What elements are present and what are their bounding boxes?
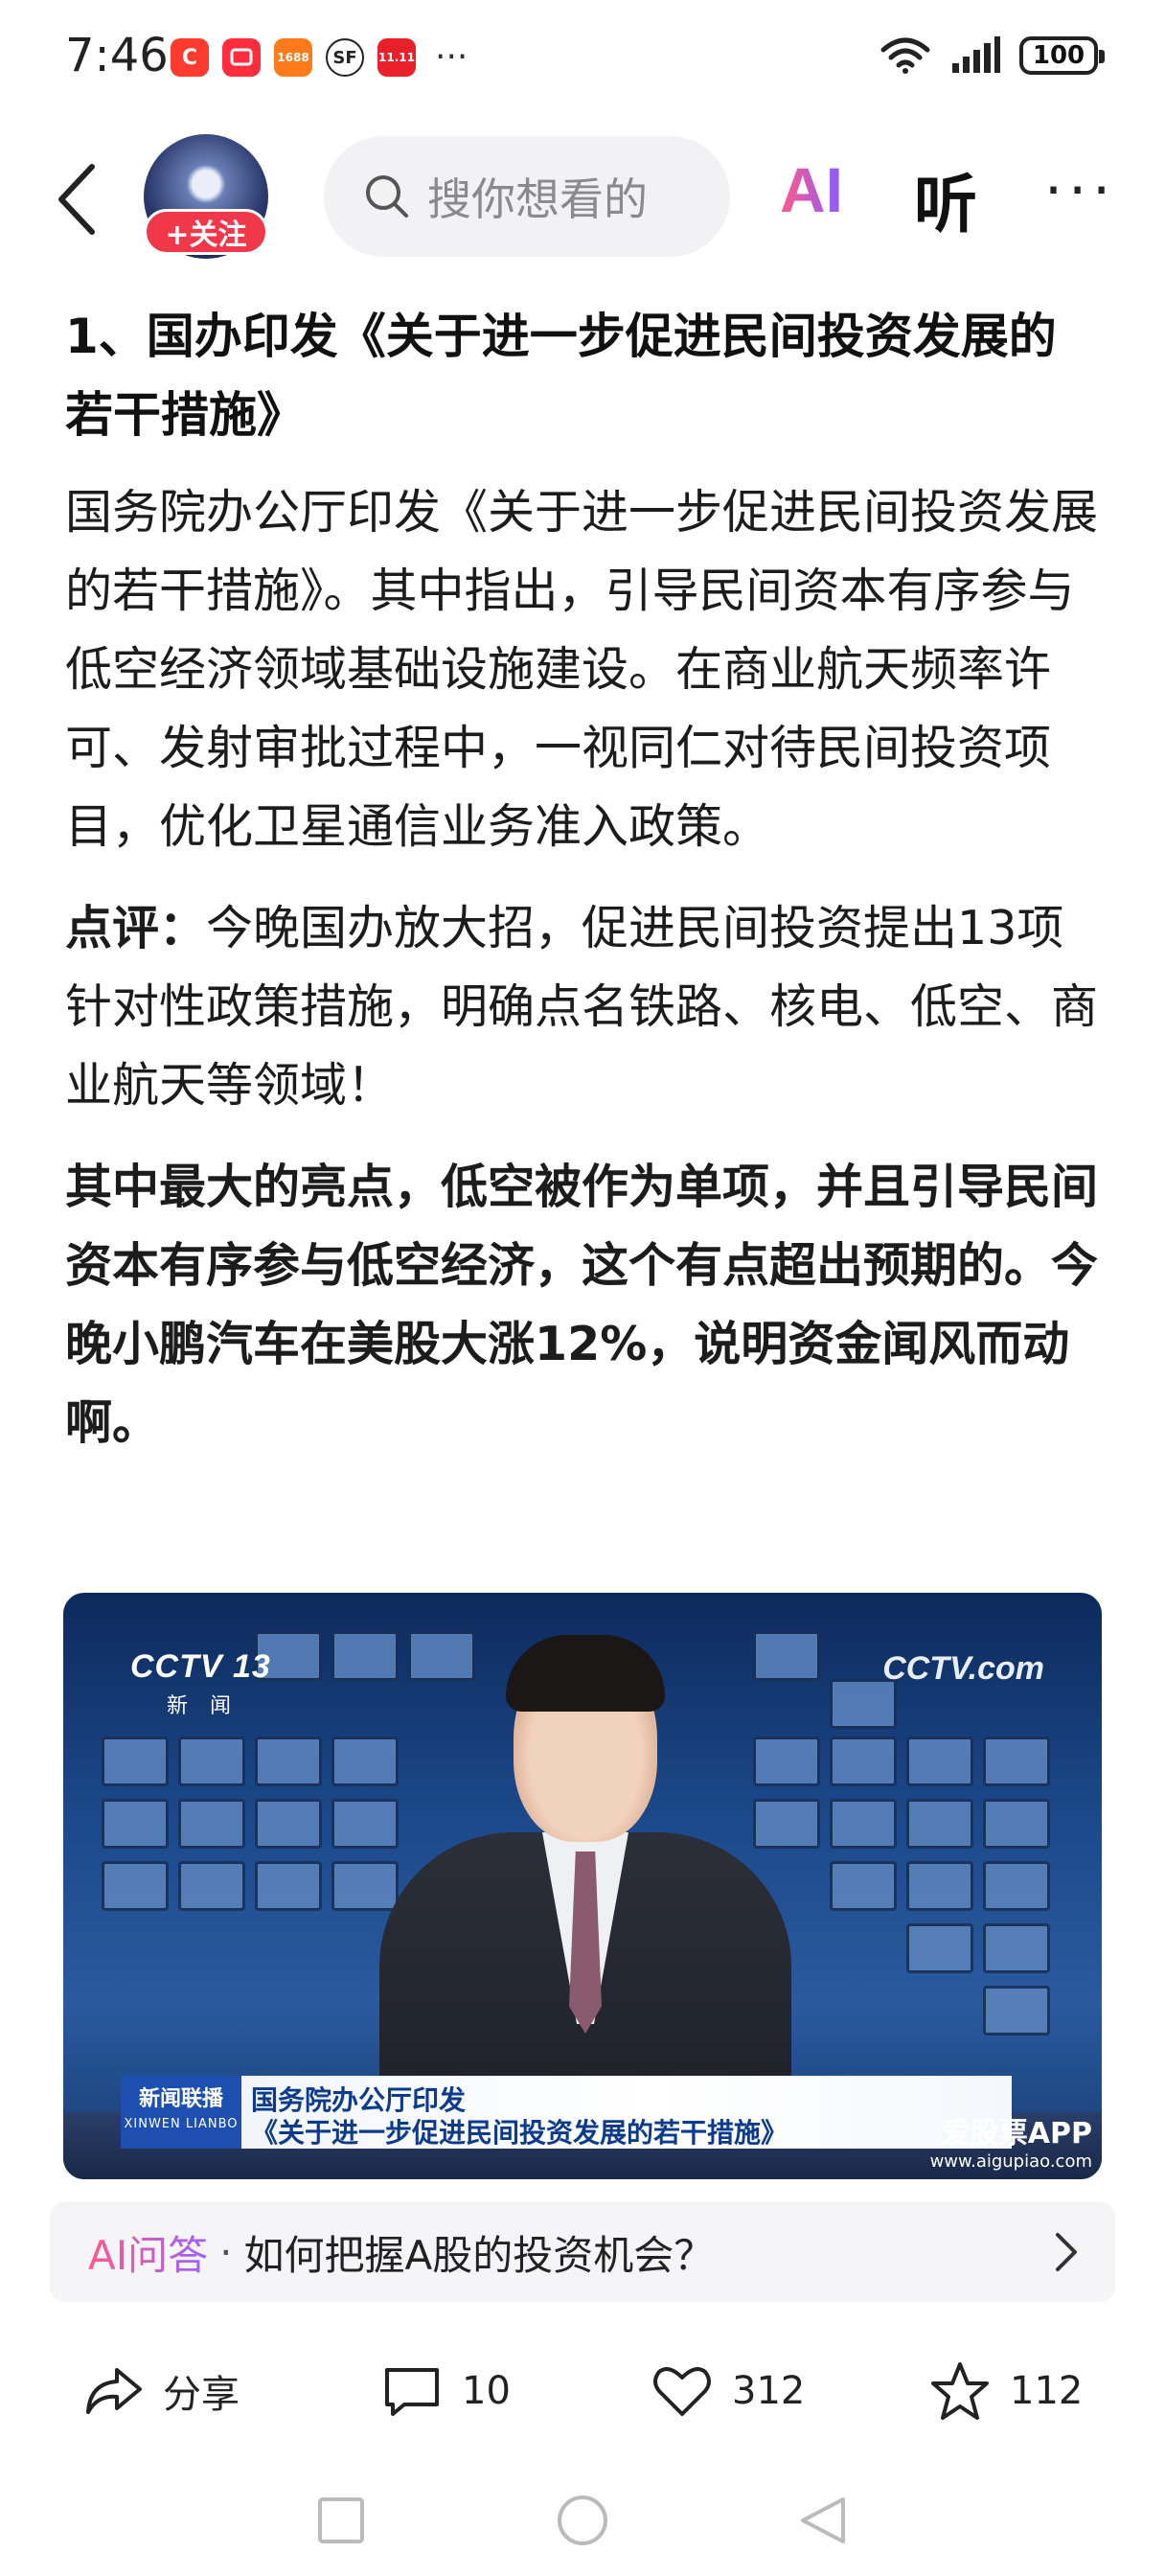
listen-button[interactable]: 听 — [914, 153, 977, 245]
app-1688-icon: 1688 — [274, 38, 312, 77]
favorite-button[interactable]: 112 — [929, 2338, 1083, 2444]
like-count: 312 — [732, 2369, 806, 2413]
article-title: 1、国办印发《关于进一步促进民间投资发展的若干措施》 — [65, 309, 1057, 443]
ai-qa-suggestion[interactable]: AI问答 · 如何把握A股的投资机会？ — [50, 2202, 1115, 2302]
chevron-right-icon — [1056, 2233, 1077, 2271]
back-button[interactable] — [50, 161, 107, 238]
ai-qa-separator: · — [219, 2228, 233, 2276]
article-paragraph-3: 其中最大的亮点，低空被作为单项，并且引导民间资本有序参与低空经济，这个有点超出预… — [65, 1160, 1099, 1450]
app-c-icon: C — [171, 38, 209, 77]
caption-line-2: 《关于进一步促进民间投资发展的若干措施》 — [251, 2117, 788, 2149]
article-comment: 点评：今晚国办放大招，促进民间投资提出13项针对性政策措施，明确点名铁路、核电、… — [65, 889, 1100, 1125]
cctv-com-logo: CCTV.com — [882, 1650, 1044, 1687]
status-more-icon: ··· — [435, 37, 468, 77]
status-right: 100 — [879, 36, 1105, 75]
like-button[interactable]: 312 — [651, 2338, 805, 2444]
watermark-url: www.aigupiao.com — [929, 2151, 1092, 2172]
comment-button[interactable]: 10 — [381, 2338, 511, 2444]
app-taobao-icon: 11.11 — [377, 38, 416, 77]
app-sf-icon: SF — [326, 38, 364, 77]
comment-text: 今晚国办放大招，促进民间投资提出13项针对性政策措施，明确点名铁路、核电、低空、… — [65, 901, 1099, 1113]
watermark: 爱股票APP www.aigupiao.com — [930, 2109, 1092, 2172]
watermark-text: 爱股票APP — [941, 2117, 1092, 2150]
xinwen-lianbo-badge: 新闻联播 XINWEN LIANBO — [121, 2076, 241, 2149]
comment-label: 点评： — [65, 901, 207, 955]
search-input[interactable]: 搜你想看的 — [324, 136, 730, 257]
comment-count: 10 — [462, 2369, 511, 2413]
article-paragraph-1: 国务院办公厅印发《关于进一步促进民间投资发展的若干措施》。其中指出，引导民间资本… — [65, 485, 1099, 854]
status-bar: 7:46 C 1688 SF 11.11 ··· 100 — [0, 0, 1165, 115]
status-time: 7:46 — [65, 29, 169, 82]
search-placeholder: 搜你想看的 — [427, 173, 648, 225]
badge-line2: XINWEN LIANBO — [124, 2117, 239, 2131]
wifi-icon — [880, 37, 930, 74]
search-icon — [366, 175, 408, 218]
heart-icon — [653, 2367, 711, 2416]
follow-button[interactable]: +关注 — [144, 209, 268, 255]
favorite-count: 112 — [1010, 2369, 1084, 2413]
share-button[interactable]: 分享 — [82, 2338, 240, 2444]
more-options-button[interactable]: ··· — [1044, 157, 1116, 224]
star-icon — [931, 2362, 989, 2420]
home-icon[interactable] — [554, 2492, 611, 2549]
status-app-icons: C 1688 SF 11.11 ··· — [171, 38, 468, 77]
share-icon — [86, 2368, 142, 2414]
news-image[interactable]: CCTV 13 新 闻 CCTV.com 新闻联播 XINWEN LIANBO … — [63, 1593, 1102, 2179]
action-bar: 分享 10 312 112 — [0, 2338, 1165, 2444]
comment-icon — [385, 2368, 439, 2416]
share-label: 分享 — [163, 2373, 240, 2417]
badge-line1: 新闻联播 — [138, 2087, 223, 2111]
article-body: 1、国办印发《关于进一步促进民间投资发展的若干措施》 国务院办公厅印发《关于进一… — [65, 297, 1100, 1485]
ai-qa-question: 如何把握A股的投资机会？ — [243, 2231, 715, 2279]
recent-apps-icon[interactable] — [312, 2492, 370, 2549]
battery-icon: 100 — [1019, 36, 1105, 75]
signal-icon — [952, 36, 1000, 73]
ai-qa-tag: AI问答 — [88, 2223, 208, 2282]
app-message-icon — [222, 38, 261, 77]
system-nav-bar — [0, 2472, 1165, 2576]
cctv-logo: CCTV 13 — [130, 1648, 271, 1685]
article-header: +关注 搜你想看的 AI 听 ··· — [0, 125, 1165, 268]
ai-button[interactable]: AI — [780, 153, 843, 226]
channel-name: 新 闻 — [167, 1694, 239, 1718]
back-nav-icon[interactable] — [795, 2492, 853, 2549]
